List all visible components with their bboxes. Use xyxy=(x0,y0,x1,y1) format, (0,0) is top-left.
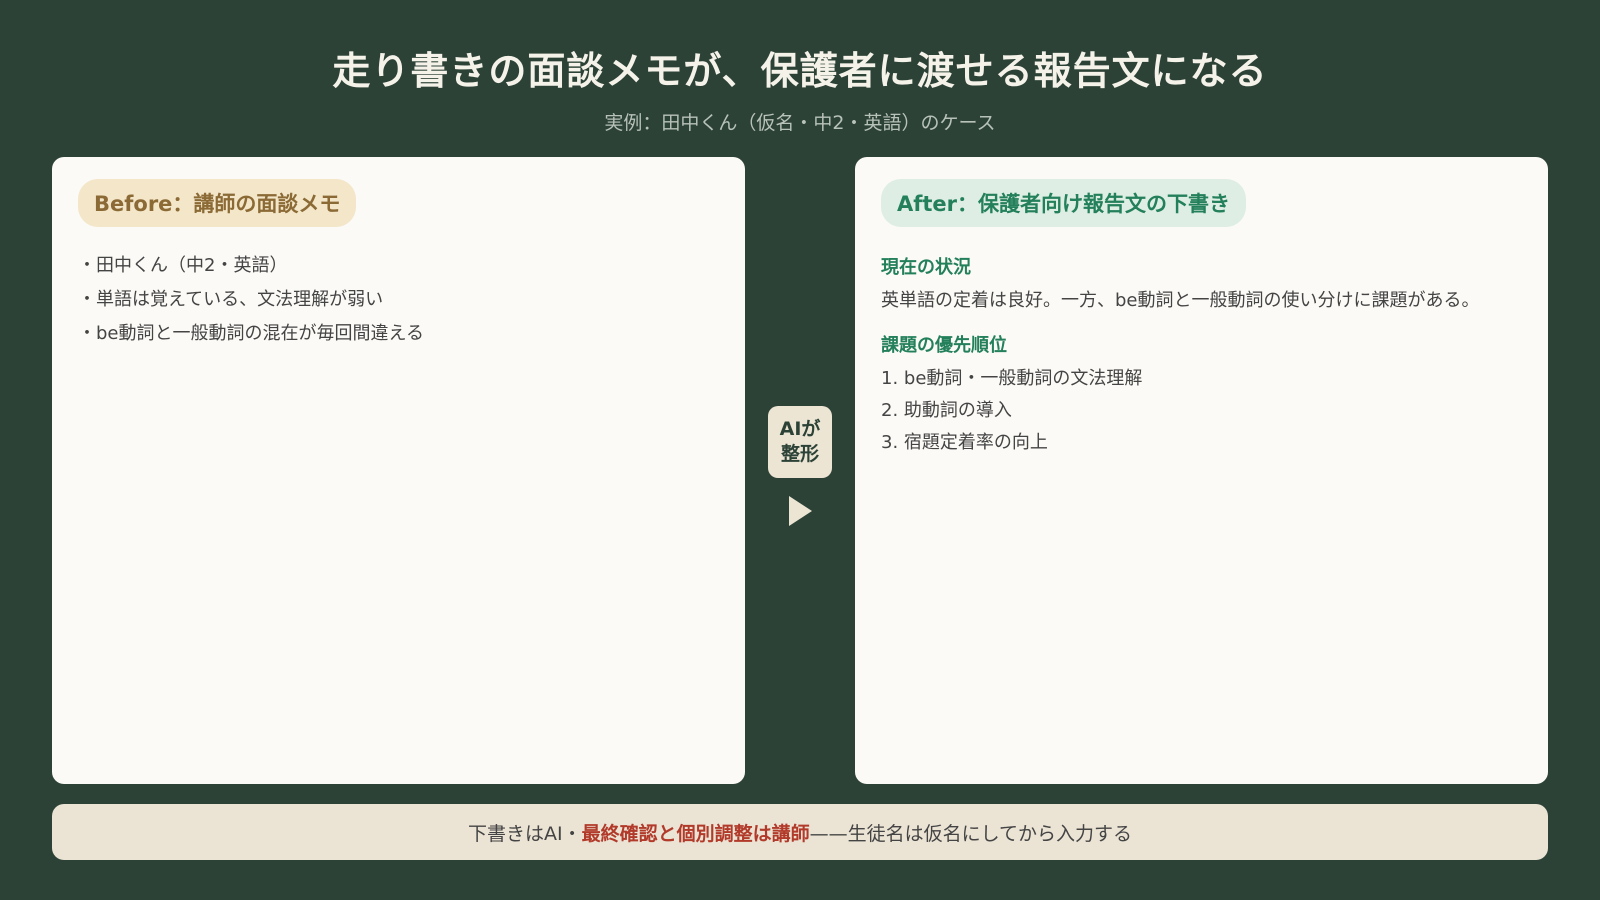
footer-note: 下書きはAI・ 最終確認と個別調整は講師 ——生徒名は仮名にしてから入力する xyxy=(52,804,1548,860)
page-subtitle: 実例：田中くん（仮名・中2・英語）のケース xyxy=(604,112,996,134)
memo-list: 田中くん（中2・英語） 単語は覚えている、文法理解が弱い be動詞と一般動詞の混… xyxy=(78,249,719,351)
before-panel: Before：講師の面談メモ 田中くん（中2・英語） 単語は覚えている、文法理解… xyxy=(52,157,745,784)
priority-item: 1. be動詞・一般動詞の文法理解 xyxy=(881,368,1143,389)
priority-item: 2. 助動詞の導入 xyxy=(881,400,1012,421)
before-label: Before：講師の面談メモ xyxy=(78,179,357,227)
memo-item: 田中くん（中2・英語） xyxy=(78,249,719,283)
page-title: 走り書きの面談メモが、保護者に渡せる報告文になる xyxy=(332,49,1268,93)
footer-part1: 下書きはAI・ xyxy=(467,822,582,845)
ai-transform-line2: 整形 xyxy=(780,443,819,465)
memo-item: be動詞と一般動詞の混在が毎回間違える xyxy=(78,317,719,351)
ai-transform-line1: AIが xyxy=(779,418,821,440)
footer-emphasis: 最終確認と個別調整は講師 xyxy=(581,822,810,845)
after-panel: After：保護者向け報告文の下書き 現在の状況 英単語の定着は良好。一方、be… xyxy=(855,157,1548,784)
after-label: After：保護者向け報告文の下書き xyxy=(881,179,1247,227)
priority-item: 3. 宿題定着率の向上 xyxy=(881,432,1048,453)
footer-part2: ——生徒名は仮名にしてから入力する xyxy=(809,822,1133,845)
priority-heading: 課題の優先順位 xyxy=(881,335,1007,356)
memo-item: 単語は覚えている、文法理解が弱い xyxy=(78,283,719,317)
status-heading: 現在の状況 xyxy=(881,257,971,278)
priority-list: 1. be動詞・一般動詞の文法理解 2. 助動詞の導入 3. 宿題定着率の向上 xyxy=(881,363,1522,459)
ai-transform-badge: AIが 整形 xyxy=(768,406,832,478)
arrow-right-icon xyxy=(789,496,812,526)
status-text: 英単語の定着は良好。一方、be動詞と一般動詞の使い分けに課題がある。 xyxy=(881,290,1480,311)
